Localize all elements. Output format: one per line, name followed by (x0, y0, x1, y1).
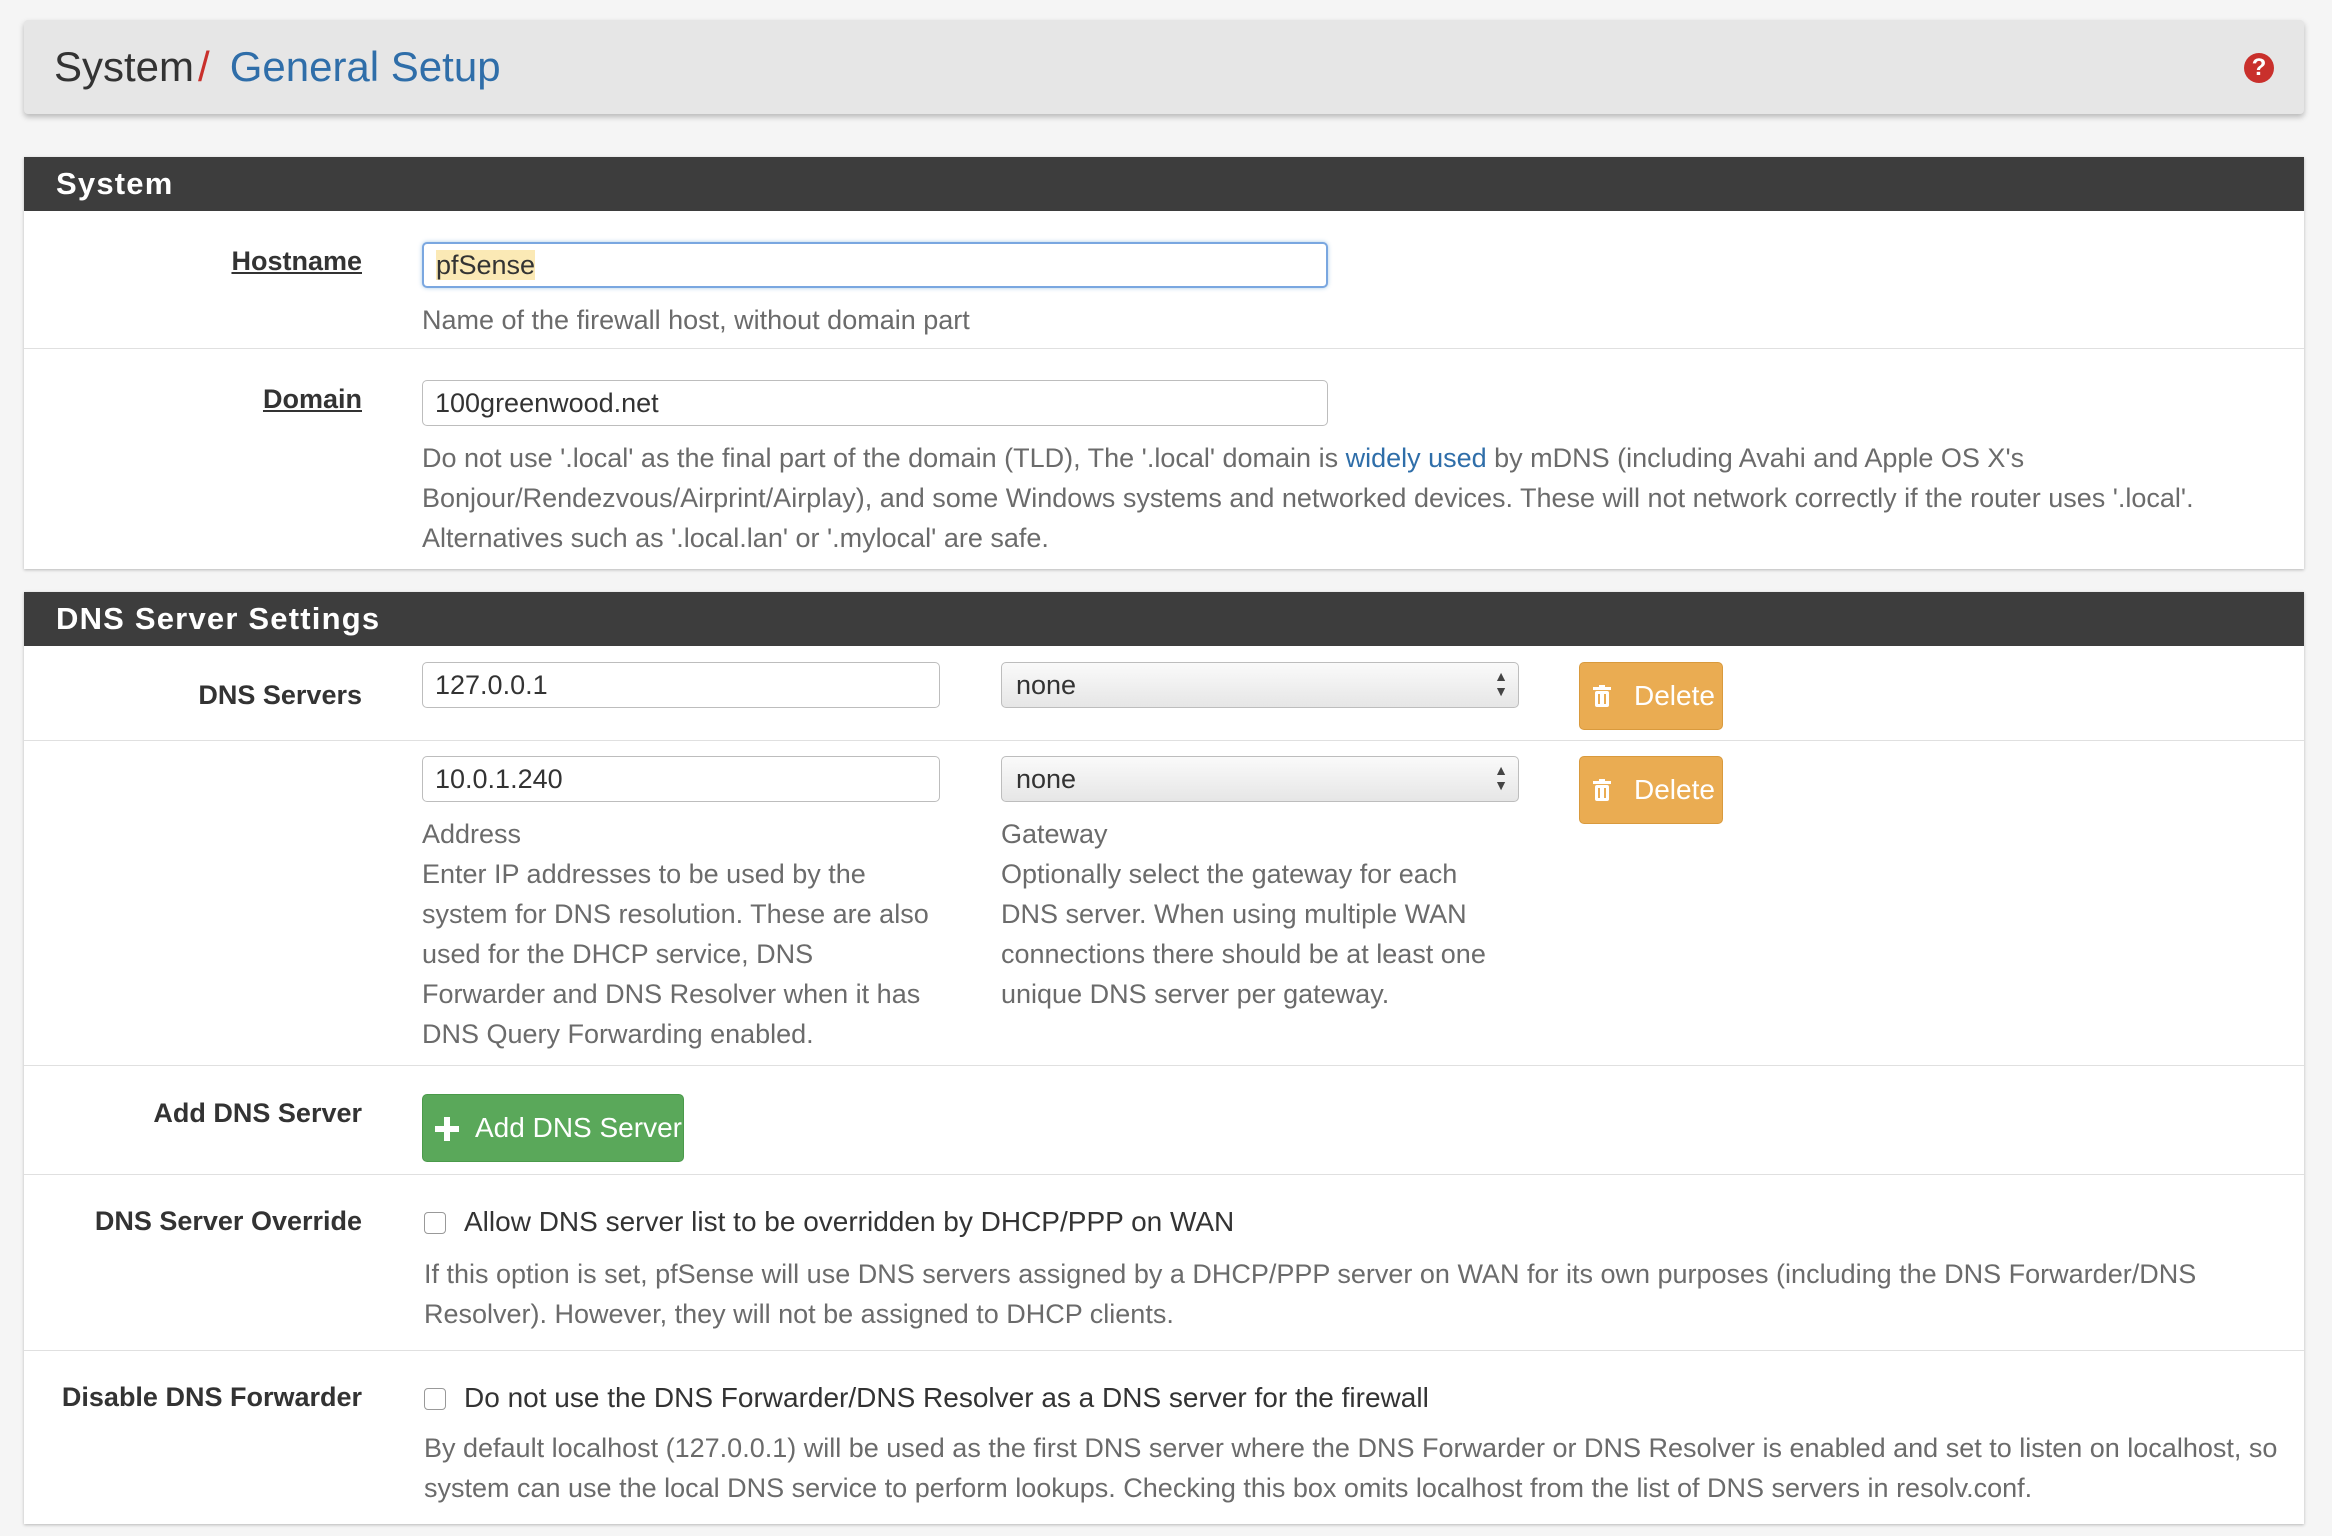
question-icon[interactable]: ? (2244, 53, 2274, 83)
dns-override-checkbox-label[interactable]: Allow DNS server list to be overridden b… (464, 1204, 1234, 1240)
hostname-label[interactable]: Hostname (0, 246, 362, 277)
hostname-input[interactable]: pfSense (422, 242, 1328, 288)
breadcrumb: System/ General Setup ? (24, 20, 2304, 114)
domain-input[interactable]: 100greenwood.net (422, 380, 1328, 426)
panel-title: System (24, 157, 2304, 211)
widely-used-link[interactable]: widely used (1346, 443, 1487, 473)
hostname-help: Name of the firewall host, without domai… (422, 305, 970, 335)
trash-icon (1593, 779, 1611, 801)
add-dns-server-label: Add DNS Server (153, 1098, 362, 1128)
delete-button-label: Delete (1634, 680, 1715, 711)
address-title: Address (422, 819, 522, 849)
disable-forwarder-checkbox[interactable] (424, 1388, 446, 1410)
breadcrumb-root[interactable]: System (54, 43, 194, 90)
dns-server-gateway-select[interactable]: none ▲ ▼ (1001, 662, 1519, 708)
gateway-select-value: none (1016, 670, 1077, 700)
delete-button[interactable]: Delete (1579, 756, 1723, 824)
dns-servers-label: DNS Servers (198, 680, 362, 710)
disable-forwarder-label: Disable DNS Forwarder (61, 1382, 362, 1412)
gateway-title: Gateway (1001, 819, 1108, 849)
panel-title: DNS Server Settings (24, 592, 2304, 646)
dns-server-gateway-select[interactable]: none ▲ ▼ (1001, 756, 1519, 802)
dns-server-address-input[interactable]: 127.0.0.1 (422, 662, 940, 708)
select-arrows-icon: ▲ ▼ (1494, 668, 1508, 699)
add-dns-server-button-label: Add DNS Server (475, 1112, 682, 1143)
breadcrumb-current[interactable]: General Setup (230, 43, 501, 90)
dns-override-help: If this option is set, pfSense will use … (424, 1259, 2197, 1329)
add-dns-server-button[interactable]: Add DNS Server (422, 1094, 684, 1162)
delete-button-label: Delete (1634, 774, 1715, 805)
breadcrumb-trail: System/ General Setup (54, 42, 501, 92)
breadcrumb-separator: / (198, 43, 210, 90)
dns-override-label: DNS Server Override (94, 1206, 362, 1236)
trash-icon (1593, 685, 1611, 707)
gateway-select-value: none (1016, 764, 1077, 794)
domain-help-text: Do not use '.local' as the final part of… (422, 443, 1346, 473)
plus-icon (435, 1117, 459, 1141)
dns-server-address-input[interactable]: 10.0.1.240 (422, 756, 940, 802)
gateway-help: Optionally select the gateway for each D… (1001, 859, 1486, 1009)
domain-label[interactable]: Domain (0, 384, 362, 415)
disable-forwarder-help: By default localhost (127.0.0.1) will be… (424, 1433, 2278, 1503)
hostname-value: pfSense (436, 250, 536, 280)
dns-override-checkbox[interactable] (424, 1212, 446, 1234)
disable-forwarder-checkbox-label[interactable]: Do not use the DNS Forwarder/DNS Resolve… (464, 1380, 1429, 1416)
select-arrows-icon: ▲ ▼ (1494, 762, 1508, 793)
address-help: Enter IP addresses to be used by the sys… (422, 859, 929, 1049)
domain-help: Do not use '.local' as the final part of… (422, 438, 2282, 558)
delete-button[interactable]: Delete (1579, 662, 1723, 730)
add-dns-server-row (24, 1065, 2304, 1174)
